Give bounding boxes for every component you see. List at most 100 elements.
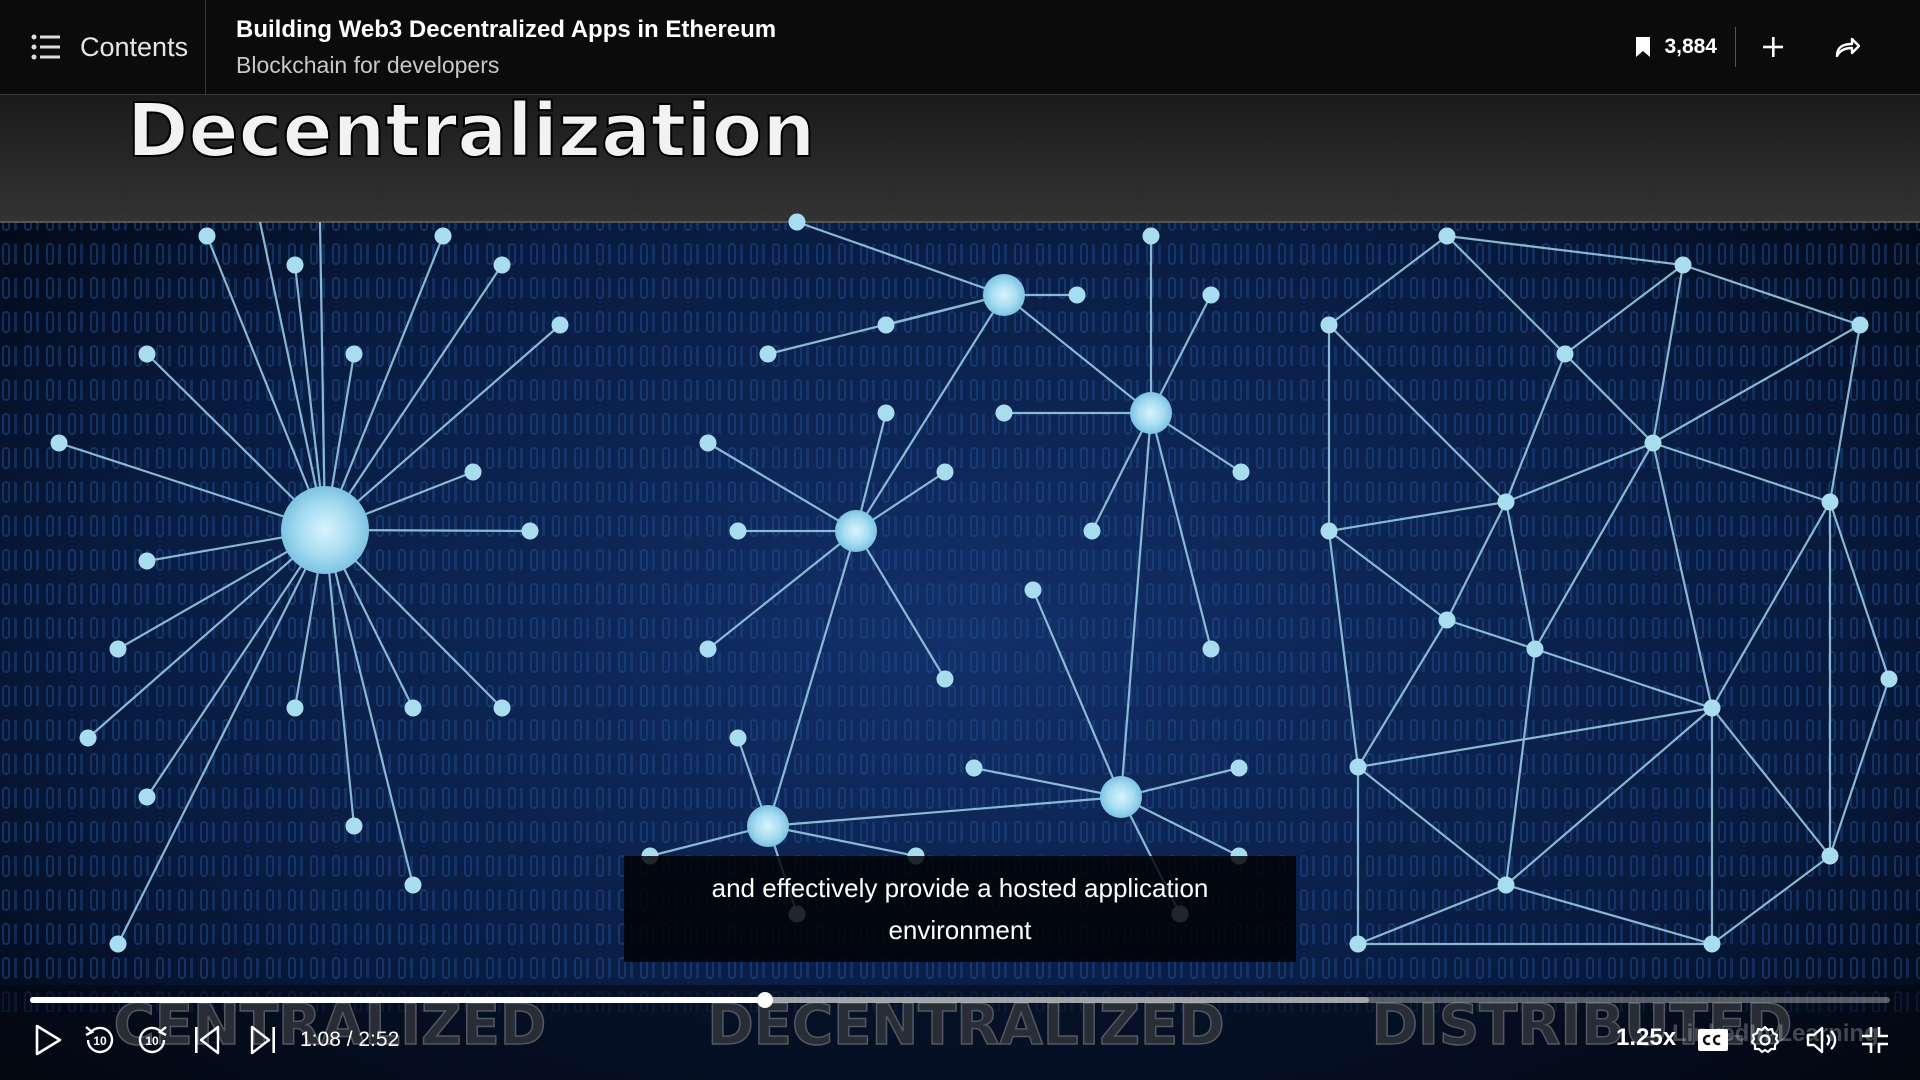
network-node — [1024, 581, 1042, 599]
network-node — [1202, 640, 1220, 658]
network-node — [286, 699, 304, 717]
network-node — [464, 463, 482, 481]
network-node — [404, 699, 422, 717]
play-button[interactable] — [30, 1020, 66, 1060]
network-node — [1232, 463, 1250, 481]
network-node — [521, 522, 539, 540]
network-node — [1142, 227, 1160, 245]
network-node — [1526, 640, 1544, 658]
network-node — [936, 670, 954, 688]
progress-bar[interactable] — [30, 992, 1890, 1008]
progress-thumb[interactable] — [757, 992, 774, 1008]
bookmark-count: 3,884 — [1664, 35, 1717, 58]
course-title: Building Web3 Decentralized Apps in Ethe… — [236, 15, 777, 43]
forward-seconds: 10 — [145, 1034, 159, 1048]
next-icon — [250, 1025, 275, 1055]
previous-icon — [195, 1025, 220, 1055]
network-node — [198, 227, 216, 245]
network-node — [995, 404, 1013, 422]
network-node — [404, 876, 422, 894]
playback-speed-button[interactable]: 1.25x — [1616, 1024, 1676, 1052]
top-bar: Contents Building Web3 Decentralized App… — [0, 0, 1920, 95]
network-node — [788, 213, 806, 231]
network-node — [1349, 758, 1367, 776]
volume-button[interactable] — [1804, 1020, 1840, 1060]
previous-button[interactable] — [190, 1020, 224, 1060]
network-node — [1349, 935, 1367, 953]
network-node — [1083, 522, 1101, 540]
cluster-hub-node — [1100, 776, 1142, 818]
network-node — [1202, 286, 1220, 304]
rewind-seconds: 10 — [93, 1034, 107, 1048]
time-display: 1:08 / 2:52 — [300, 1028, 400, 1051]
forward-10-icon: 10 — [138, 1026, 167, 1054]
network-node — [109, 935, 127, 953]
next-button[interactable] — [246, 1020, 280, 1060]
network-node — [1438, 611, 1456, 629]
settings-icon — [1750, 1025, 1780, 1054]
central-hub-node — [281, 486, 369, 574]
network-node — [1497, 493, 1515, 511]
save-course-button[interactable]: 3,884 — [1634, 27, 1736, 67]
video-player[interactable]: Decentralization CENTRALIZED DECENTRALIZ… — [0, 0, 1920, 1080]
cluster-hub-node — [1130, 392, 1172, 434]
network-node — [493, 699, 511, 717]
network-node — [759, 345, 777, 363]
network-node — [434, 227, 452, 245]
forward-10-button[interactable]: 10 — [134, 1020, 170, 1060]
network-node — [1320, 522, 1338, 540]
cluster-hub-node — [983, 274, 1025, 316]
contents-button[interactable]: Contents — [0, 0, 206, 94]
network-node — [138, 345, 156, 363]
network-node — [1880, 670, 1898, 688]
list-icon — [31, 34, 60, 60]
network-node — [345, 817, 363, 835]
network-node — [699, 434, 717, 452]
network-node — [79, 729, 97, 747]
bookmark-icon — [1636, 37, 1651, 57]
network-node — [286, 256, 304, 274]
player-controls: 10 10 1:08 / 2:52 1.25x — [0, 980, 1920, 1080]
plus-icon — [1763, 37, 1783, 57]
volume-icon — [1806, 1026, 1837, 1054]
network-node — [1703, 935, 1721, 953]
settings-button[interactable] — [1748, 1020, 1782, 1060]
contents-label: Contents — [80, 31, 189, 62]
network-node — [1821, 493, 1839, 511]
captions-icon — [1698, 1029, 1728, 1051]
network-node — [109, 640, 127, 658]
network-node — [1644, 434, 1662, 452]
network-node — [50, 434, 68, 452]
share-button[interactable] — [1810, 27, 1884, 67]
network-node — [138, 788, 156, 806]
cluster-hub-node — [835, 510, 877, 552]
progress-played — [30, 997, 766, 1003]
rewind-10-button[interactable]: 10 — [82, 1020, 118, 1060]
network-node — [1674, 256, 1692, 274]
network-node — [1497, 876, 1515, 894]
slide-title: Decentralization — [127, 88, 815, 174]
exit-fullscreen-button[interactable] — [1858, 1020, 1892, 1060]
top-actions: 3,884 — [1634, 27, 1920, 67]
network-node — [1821, 847, 1839, 865]
network-node — [493, 256, 511, 274]
network-node — [877, 316, 895, 334]
network-node — [1556, 345, 1574, 363]
share-icon — [1835, 37, 1860, 58]
cluster-hub-node — [747, 805, 789, 847]
network-node — [551, 316, 569, 334]
network-node — [1068, 286, 1086, 304]
captions-button[interactable] — [1696, 1020, 1730, 1060]
network-node — [729, 729, 747, 747]
network-node — [1851, 316, 1869, 334]
network-node — [877, 404, 895, 422]
caption-box: and effectively provide a hosted applica… — [624, 856, 1296, 962]
course-subtitle: Blockchain for developers — [236, 51, 500, 78]
play-icon — [35, 1024, 62, 1056]
rewind-10-icon: 10 — [85, 1026, 114, 1054]
network-node — [345, 345, 363, 363]
network-node — [936, 463, 954, 481]
add-to-collection-button[interactable] — [1736, 27, 1810, 67]
caption-text: and effectively provide a hosted applica… — [711, 873, 1209, 945]
network-node — [1230, 759, 1248, 777]
